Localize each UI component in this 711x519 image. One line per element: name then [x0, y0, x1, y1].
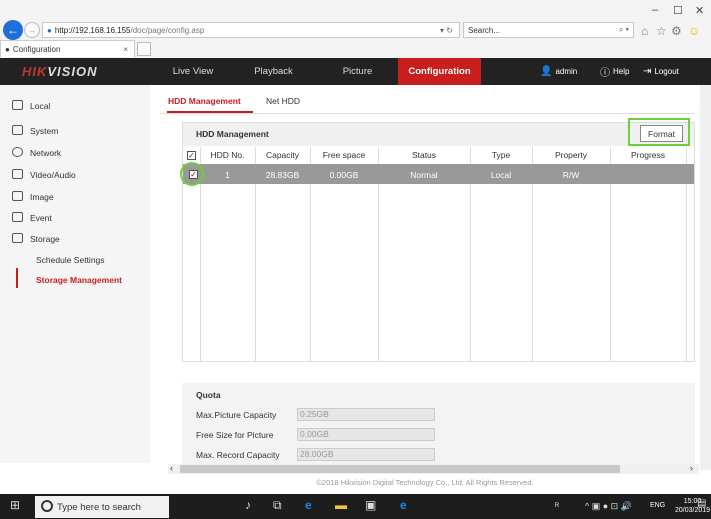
globe-icon — [12, 147, 23, 157]
address-bar[interactable]: ● http://192.168.16.155/doc/page/config.… — [42, 22, 460, 38]
back-button[interactable]: ← — [3, 20, 23, 40]
column-header-hdd-no: HDD No. — [210, 150, 245, 160]
search-icon[interactable]: ⌕ ▾ — [619, 25, 629, 35]
url-host: http://192.168.16.155 — [54, 25, 131, 35]
browser-tab[interactable]: ● Configuration × — [0, 40, 135, 57]
storage-icon — [12, 233, 23, 243]
taskbar-search-input[interactable]: Type here to search — [35, 496, 169, 518]
sidebar-item-video-audio[interactable]: Video/Audio — [30, 170, 76, 180]
ie-page-icon: ● — [47, 25, 52, 35]
quota-label-max-record: Max. Record Capacity — [196, 450, 280, 460]
tab-divider — [160, 113, 695, 114]
column-header-free-space: Free space — [322, 150, 366, 160]
people-icon[interactable]: ᴿ — [555, 501, 559, 511]
cell-hdd-no: 1 — [225, 170, 230, 180]
user-menu[interactable]: 👤 admin — [540, 58, 577, 85]
logout-link[interactable]: ⇥ Logout — [643, 58, 679, 85]
sidebar-subitem-schedule-settings[interactable]: Schedule Settings — [36, 255, 105, 265]
active-tab-underline — [167, 111, 253, 113]
cell-free-space: 0.00GB — [329, 170, 359, 180]
select-all-checkbox[interactable]: ✓ — [187, 151, 196, 160]
quota-label-free-size: Free Size for Picture — [196, 430, 274, 440]
maximize-button[interactable]: ☐ — [673, 4, 683, 17]
column-header-type: Type — [491, 150, 511, 160]
ie-browser-icon[interactable]: e — [400, 498, 407, 512]
tab-close-icon[interactable]: × — [123, 45, 128, 54]
system-icon — [12, 125, 23, 135]
sidebar-item-event[interactable]: Event — [30, 213, 52, 223]
arrow-right-icon: → — [27, 25, 37, 35]
copyright-footer: ©2018 Hikvision Digital Technology Co., … — [316, 478, 534, 487]
video-audio-icon — [12, 169, 23, 179]
image-icon — [12, 191, 23, 201]
store-icon[interactable]: ▣ — [365, 498, 376, 512]
nav-picture[interactable]: Picture — [320, 58, 395, 85]
event-icon — [12, 212, 23, 222]
task-view-icon[interactable]: ⧉ — [273, 498, 282, 513]
column-header-property: Property — [554, 150, 588, 160]
vertical-scrollbar[interactable] — [700, 85, 711, 470]
url-path: /doc/page/config.asp — [130, 25, 205, 35]
user-icon: 👤 — [540, 66, 553, 77]
hikvision-logo: HIKVISION — [22, 64, 98, 79]
refresh-icon[interactable]: ▾ ↻ — [440, 26, 453, 35]
quota-field-max-picture[interactable]: 0.25GB — [297, 408, 435, 421]
tab-hdd-management[interactable]: HDD Management — [168, 96, 241, 106]
favorites-star-icon[interactable]: ☆ — [656, 24, 667, 38]
sidebar-subitem-storage-management[interactable]: Storage Management — [36, 275, 122, 285]
tray-overflow-icon[interactable]: ^ ▣ ● ⊡ 🔊 — [585, 501, 632, 512]
close-window-button[interactable]: ✕ — [695, 4, 704, 17]
forward-button[interactable]: → — [24, 22, 40, 38]
quota-title: Quota — [196, 390, 221, 400]
input-language[interactable]: ENG — [650, 502, 665, 509]
quota-field-max-record[interactable]: 28.00GB — [297, 448, 435, 461]
cell-type: Local — [490, 170, 512, 180]
cell-property: R/W — [562, 170, 580, 180]
browser-search-input[interactable]: Search... ⌕ ▾ — [463, 22, 634, 38]
tab-title: Configuration — [12, 44, 61, 54]
search-placeholder: Search... — [468, 25, 501, 35]
help-link[interactable]: ⓘ Help — [600, 58, 629, 85]
help-icon: ⓘ — [600, 68, 610, 79]
notification-icon[interactable]: ▤ — [697, 498, 706, 509]
tab-favicon-icon: ● — [5, 44, 10, 54]
monitor-icon — [12, 100, 23, 110]
scroll-right-icon[interactable]: › — [690, 463, 693, 473]
cortana-icon — [41, 500, 53, 512]
cell-capacity: 28.83GB — [265, 170, 300, 180]
panel-title: HDD Management — [196, 129, 269, 139]
microphone-icon[interactable]: ♪ — [245, 498, 251, 512]
sidebar-item-image[interactable]: Image — [30, 192, 54, 202]
sidebar-item-storage[interactable]: Storage — [30, 234, 60, 244]
quota-field-free-size[interactable]: 0.00GB — [297, 428, 435, 441]
quota-label-max-picture: Max.Picture Capacity — [196, 410, 277, 420]
home-icon[interactable]: ⌂ — [641, 24, 648, 38]
windows-start-icon[interactable]: ⊞ — [10, 498, 20, 512]
new-tab-button[interactable] — [137, 42, 151, 56]
logout-icon: ⇥ — [643, 66, 652, 77]
file-explorer-icon[interactable]: ▬ — [335, 498, 347, 512]
user-name: admin — [555, 67, 578, 76]
scroll-left-icon[interactable]: ‹ — [170, 463, 173, 473]
sidebar — [0, 85, 150, 463]
nav-playback[interactable]: Playback — [236, 58, 311, 85]
sidebar-item-network[interactable]: Network — [30, 148, 61, 158]
smiley-feedback-icon[interactable]: ☺ — [688, 24, 700, 38]
cell-status: Normal — [410, 170, 438, 180]
arrow-left-icon: ← — [7, 23, 19, 37]
nav-configuration[interactable]: Configuration — [398, 58, 481, 85]
column-header-progress: Progress — [630, 150, 665, 160]
edge-browser-icon[interactable]: e — [305, 498, 312, 512]
format-highlight — [628, 118, 690, 146]
minimize-button[interactable]: – — [652, 4, 658, 16]
selected-indicator — [16, 268, 18, 288]
column-header-status: Status — [411, 150, 437, 160]
tab-net-hdd[interactable]: Net HDD — [266, 96, 300, 106]
scrollbar-thumb[interactable] — [180, 465, 620, 473]
settings-gear-icon[interactable]: ⚙ — [671, 24, 682, 38]
nav-live-view[interactable]: Live View — [158, 58, 228, 85]
sidebar-item-system[interactable]: System — [30, 126, 58, 136]
sidebar-item-local[interactable]: Local — [30, 101, 50, 111]
column-header-capacity: Capacity — [265, 150, 300, 160]
